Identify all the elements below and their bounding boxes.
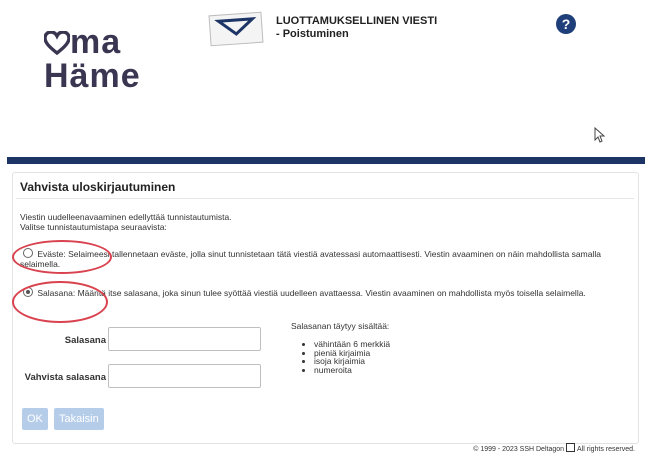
heart-icon	[44, 31, 70, 55]
back-button[interactable]: Takaisin	[54, 408, 104, 430]
ok-button[interactable]: OK	[22, 408, 48, 430]
oma-hame-logo: ma Häme	[44, 25, 154, 95]
logo-line1: ma	[44, 25, 121, 59]
panel-title: Vahvista uloskirjautuminen	[20, 180, 176, 194]
logo-text-ma: ma	[70, 23, 122, 61]
header-bar	[7, 157, 645, 164]
intro-line-2: Valitse tunnistautumistapa seuraavista:	[20, 222, 167, 232]
message-title: LUOTTAMUKSELLINEN VIESTI - Poistuminen	[276, 15, 437, 41]
intro-line-1: Viestin uudelleenavaaminen edellyttää tu…	[20, 212, 232, 222]
password-option-description: Määritä itse salasana, joka sinun tulee …	[77, 288, 586, 298]
requirement-item: numeroita	[314, 365, 390, 375]
message-title-sub: - Poistuminen	[276, 28, 349, 40]
requirements-title: Salasanan täytyy sisältää:	[291, 321, 390, 331]
footer: © 1999 - 2023 SSH Deltagon All rights res…	[473, 443, 635, 453]
option-cookie[interactable]: Eväste: Selaimeesi tallennetaan eväste, …	[20, 248, 632, 269]
logo-text-hame: Häme	[44, 57, 141, 95]
confirm-password-label: Vahvista salasana	[24, 372, 106, 383]
requirements-list: vähintään 6 merkkiä pieniä kirjaimia iso…	[303, 340, 390, 374]
envelope-icon	[208, 11, 264, 47]
password-input[interactable]	[108, 327, 261, 351]
password-radio[interactable]	[23, 287, 33, 297]
password-option-label: Salasana:	[37, 288, 76, 298]
option-password[interactable]: Salasana: Määritä itse salasana, joka si…	[20, 287, 632, 298]
cookie-radio[interactable]	[23, 248, 33, 258]
rights-text: All rights reserved.	[577, 446, 635, 453]
password-label: Salasana	[64, 335, 106, 346]
panel-divider	[16, 198, 634, 199]
mouse-cursor-icon	[594, 127, 606, 143]
cookie-label: Eväste:	[37, 249, 66, 259]
help-icon[interactable]: ?	[556, 14, 576, 34]
confirm-password-input[interactable]	[108, 364, 261, 388]
copyright-text: © 1999 - 2023 SSH Deltagon	[473, 446, 565, 453]
message-title-main: LUOTTAMUKSELLINEN VIESTI	[276, 15, 438, 27]
cookie-description: Selaimeesi tallennetaan eväste, jolla si…	[20, 249, 601, 269]
